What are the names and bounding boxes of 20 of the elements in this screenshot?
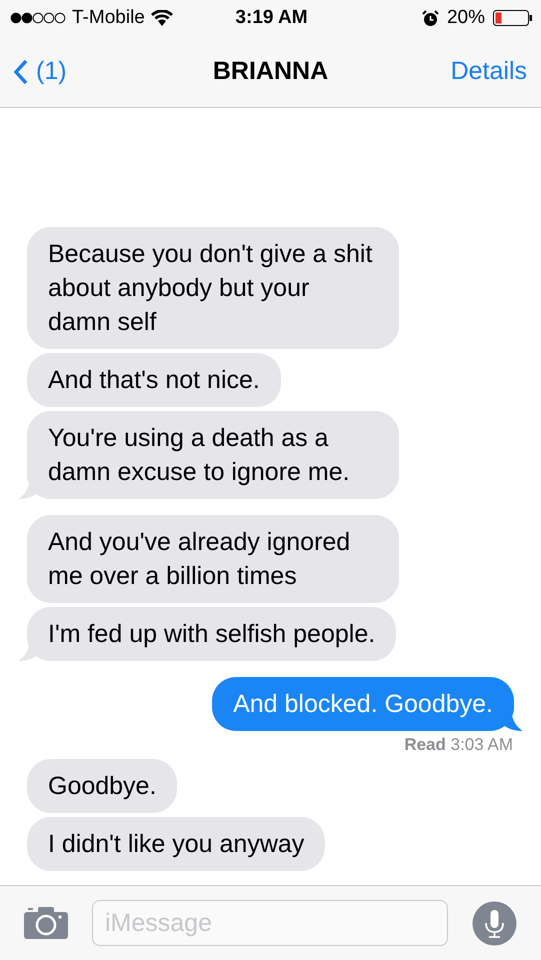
microphone-icon[interactable] [472, 900, 517, 946]
contact-name: BRIANNA [212, 57, 328, 86]
back-button[interactable]: (1) [14, 57, 213, 86]
read-receipt: Read 3:03 AM [404, 735, 513, 755]
battery-icon [493, 10, 533, 26]
chevron-left-icon [14, 58, 28, 84]
carrier-name: T-Mobile [72, 7, 145, 29]
wifi-icon [150, 10, 173, 26]
clock-time: 3:19 AM [235, 7, 308, 29]
battery-percent: 20% [446, 7, 485, 29]
alarm-clock-icon [422, 10, 439, 26]
received-message: And that's not nice. [27, 353, 281, 407]
received-message: Goodbye. [27, 759, 178, 813]
received-message: I didn't like you anyway [27, 817, 326, 871]
unread-count: (1) [36, 57, 67, 86]
signal-icon [10, 12, 66, 24]
received-message: Because you don't give a shit about anybody but your damn self [27, 227, 399, 349]
received-message: And you've already ignored me over a billion times [27, 515, 399, 603]
camera-icon[interactable] [24, 907, 68, 939]
details-link[interactable]: Details [328, 57, 527, 86]
